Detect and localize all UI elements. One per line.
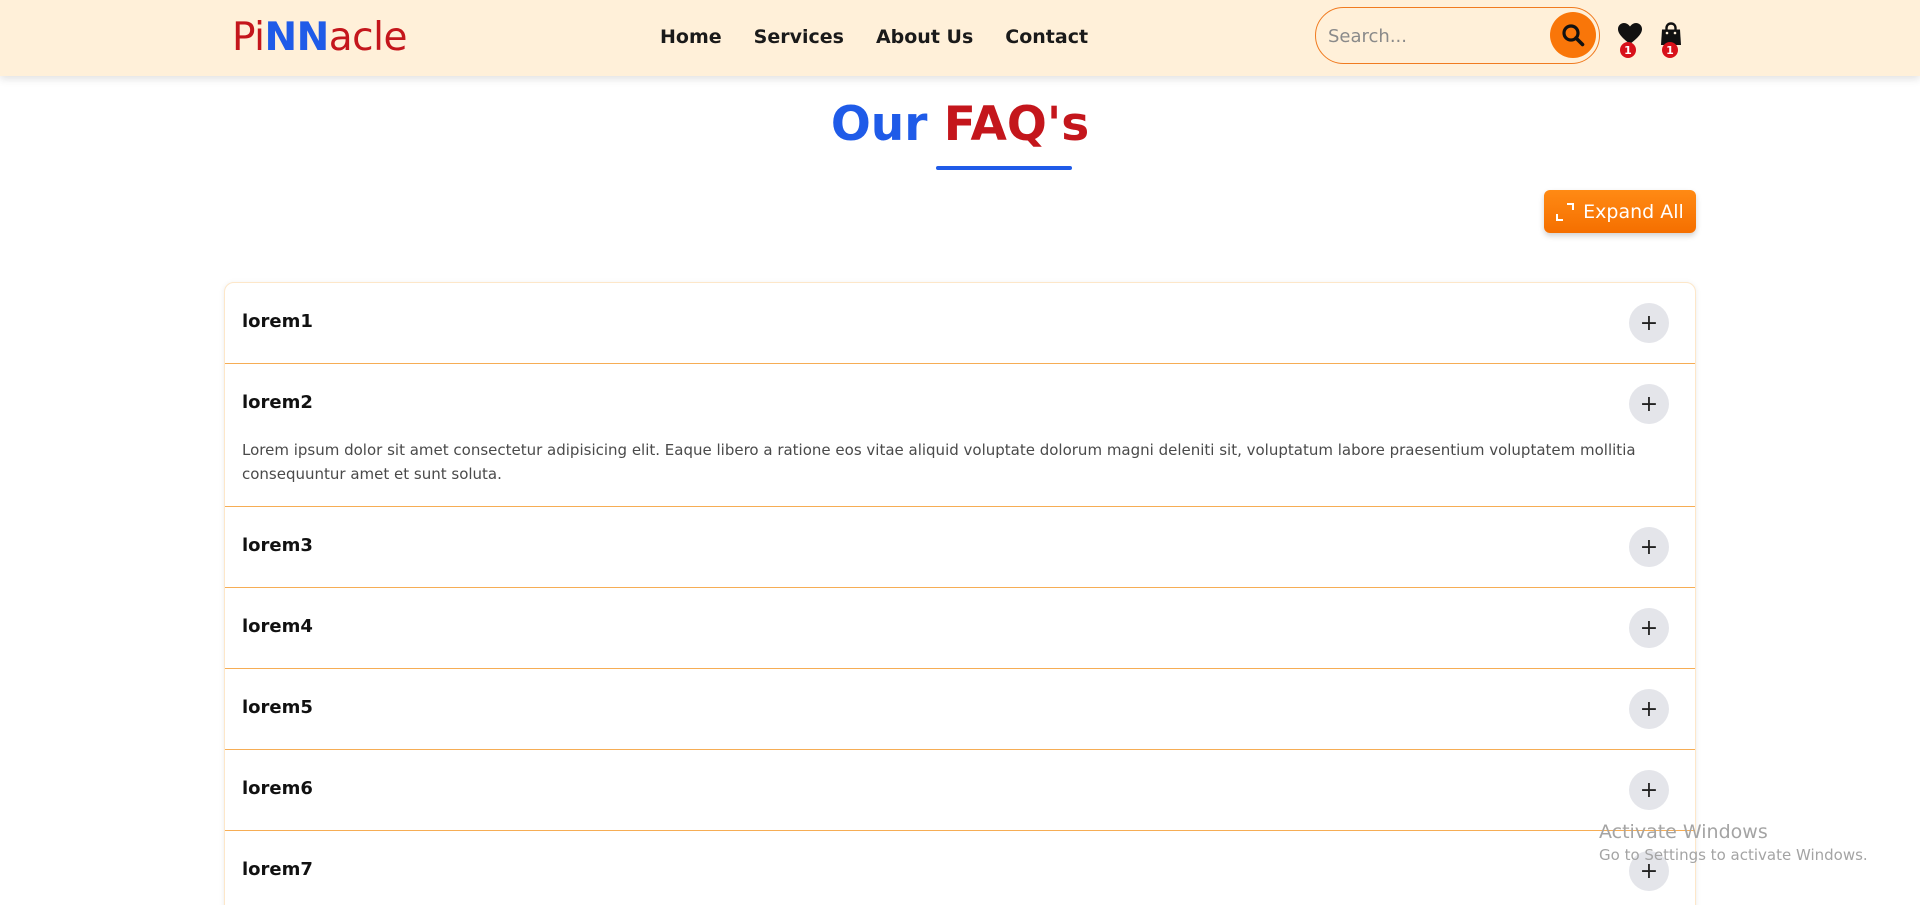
nav-about-us[interactable]: About Us	[876, 24, 973, 50]
faq-item: lorem4 +	[225, 588, 1695, 669]
logo-part-1: Pi	[232, 15, 265, 60]
search-button[interactable]	[1550, 12, 1596, 58]
faq-header[interactable]: lorem7 +	[225, 831, 1695, 905]
plus-icon[interactable]: +	[1629, 608, 1669, 648]
faq-header[interactable]: lorem6 +	[225, 750, 1695, 830]
faq-item: lorem1 +	[225, 283, 1695, 364]
faq-item: lorem7 +	[225, 831, 1695, 905]
nav-services[interactable]: Services	[754, 24, 844, 50]
main-nav: Home Services About Us Contact	[660, 24, 1120, 50]
plus-icon[interactable]: +	[1629, 770, 1669, 810]
title-underline	[936, 166, 1072, 170]
plus-icon[interactable]: +	[1629, 689, 1669, 729]
logo-part-2: NN	[264, 15, 330, 60]
expand-icon	[1556, 202, 1575, 221]
search-icon	[1562, 24, 1585, 47]
faq-accordion: lorem1 + lorem2 + Lorem ipsum dolor sit …	[224, 282, 1696, 905]
expand-all-label: Expand All	[1583, 200, 1684, 223]
faq-header[interactable]: lorem1 +	[225, 283, 1695, 363]
site-header: PiNNacle Home Services About Us Contact …	[0, 0, 1920, 76]
plus-icon[interactable]: +	[1629, 527, 1669, 567]
logo-part-3: acle	[328, 15, 408, 60]
faq-question: lorem1	[242, 311, 313, 332]
nav-home[interactable]: Home	[660, 24, 722, 50]
wishlist-button[interactable]: 1	[1617, 22, 1647, 58]
plus-icon[interactable]: +	[1629, 303, 1669, 343]
faq-item: lorem2 + Lorem ipsum dolor sit amet cons…	[225, 364, 1695, 507]
faq-question: lorem3	[242, 535, 313, 556]
faq-header[interactable]: lorem5 +	[225, 669, 1695, 749]
cart-count-badge: 1	[1662, 42, 1678, 58]
faq-question: lorem5	[242, 697, 313, 718]
watermark-title: Activate Windows	[1599, 821, 1768, 843]
expand-all-button[interactable]: Expand All	[1544, 190, 1696, 233]
search-box	[1315, 7, 1600, 64]
brand-logo[interactable]: PiNNacle	[232, 16, 407, 60]
faq-item: lorem3 +	[225, 507, 1695, 588]
page-title-part-1: Our	[830, 97, 928, 152]
faq-question: lorem2	[242, 392, 313, 413]
faq-header[interactable]: lorem2 +	[225, 364, 1695, 444]
faq-question: lorem7	[242, 859, 313, 880]
windows-activation-watermark: Activate Windows Go to Settings to activ…	[1599, 820, 1868, 866]
page-title-part-2: FAQ's	[943, 97, 1090, 152]
faq-item: lorem6 +	[225, 750, 1695, 831]
cart-button[interactable]: 1	[1660, 22, 1690, 58]
faq-header[interactable]: lorem4 +	[225, 588, 1695, 668]
page-title: Our FAQ's	[0, 95, 1920, 155]
faq-question: lorem4	[242, 616, 313, 637]
faq-answer: Lorem ipsum dolor sit amet consectetur a…	[242, 441, 1636, 483]
faq-header[interactable]: lorem3 +	[225, 507, 1695, 587]
search-input[interactable]	[1328, 22, 1548, 50]
wishlist-count-badge: 1	[1620, 42, 1636, 58]
watermark-subtitle: Go to Settings to activate Windows.	[1599, 846, 1868, 864]
plus-icon[interactable]: +	[1629, 384, 1669, 424]
faq-question: lorem6	[242, 778, 313, 799]
faq-item: lorem5 +	[225, 669, 1695, 750]
nav-contact[interactable]: Contact	[1005, 24, 1088, 50]
